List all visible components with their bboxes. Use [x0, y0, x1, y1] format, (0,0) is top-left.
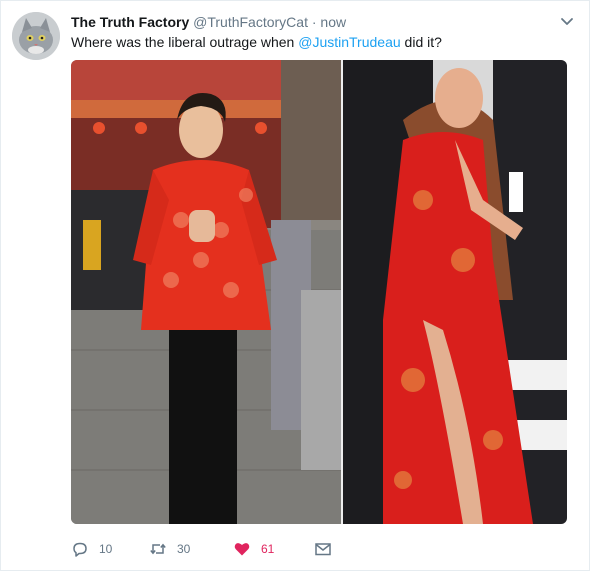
- tweet-card[interactable]: The Truth Factory @TruthFactoryCat · now…: [0, 0, 590, 571]
- like-button[interactable]: 61: [233, 539, 274, 559]
- chevron-down-icon[interactable]: [559, 13, 575, 29]
- tweet-text: Where was the liberal outrage when @Just…: [71, 33, 569, 51]
- avatar[interactable]: [12, 12, 60, 60]
- reply-icon: [73, 542, 87, 557]
- tweet-header: The Truth Factory @TruthFactoryCat · now: [71, 13, 549, 31]
- cat-avatar-image: [12, 12, 60, 60]
- author-name[interactable]: The Truth Factory: [71, 14, 189, 30]
- tweet-text-after: did it?: [400, 34, 442, 50]
- tweet-text-before: Where was the liberal outrage when: [71, 34, 299, 50]
- photo-woman-red-dress[interactable]: [343, 60, 567, 524]
- reply-button[interactable]: 10: [71, 539, 112, 559]
- separator-dot: ·: [311, 14, 317, 30]
- author-handle[interactable]: @TruthFactoryCat: [193, 14, 308, 30]
- photo-man-red-jacket[interactable]: [71, 60, 341, 524]
- reply-count: 10: [99, 542, 113, 556]
- tweet-media[interactable]: [71, 60, 567, 524]
- retweet-count: 30: [177, 542, 191, 556]
- direct-message-button[interactable]: [314, 539, 342, 559]
- tweet-actions: 10 30 61: [71, 539, 569, 559]
- mention-link[interactable]: @JustinTrudeau: [298, 34, 400, 50]
- retweet-icon: [150, 543, 166, 555]
- like-count: 61: [261, 542, 275, 556]
- envelope-icon: [315, 543, 331, 556]
- timestamp[interactable]: now: [320, 14, 346, 30]
- retweet-button[interactable]: 30: [149, 539, 190, 559]
- heart-icon: [234, 543, 250, 556]
